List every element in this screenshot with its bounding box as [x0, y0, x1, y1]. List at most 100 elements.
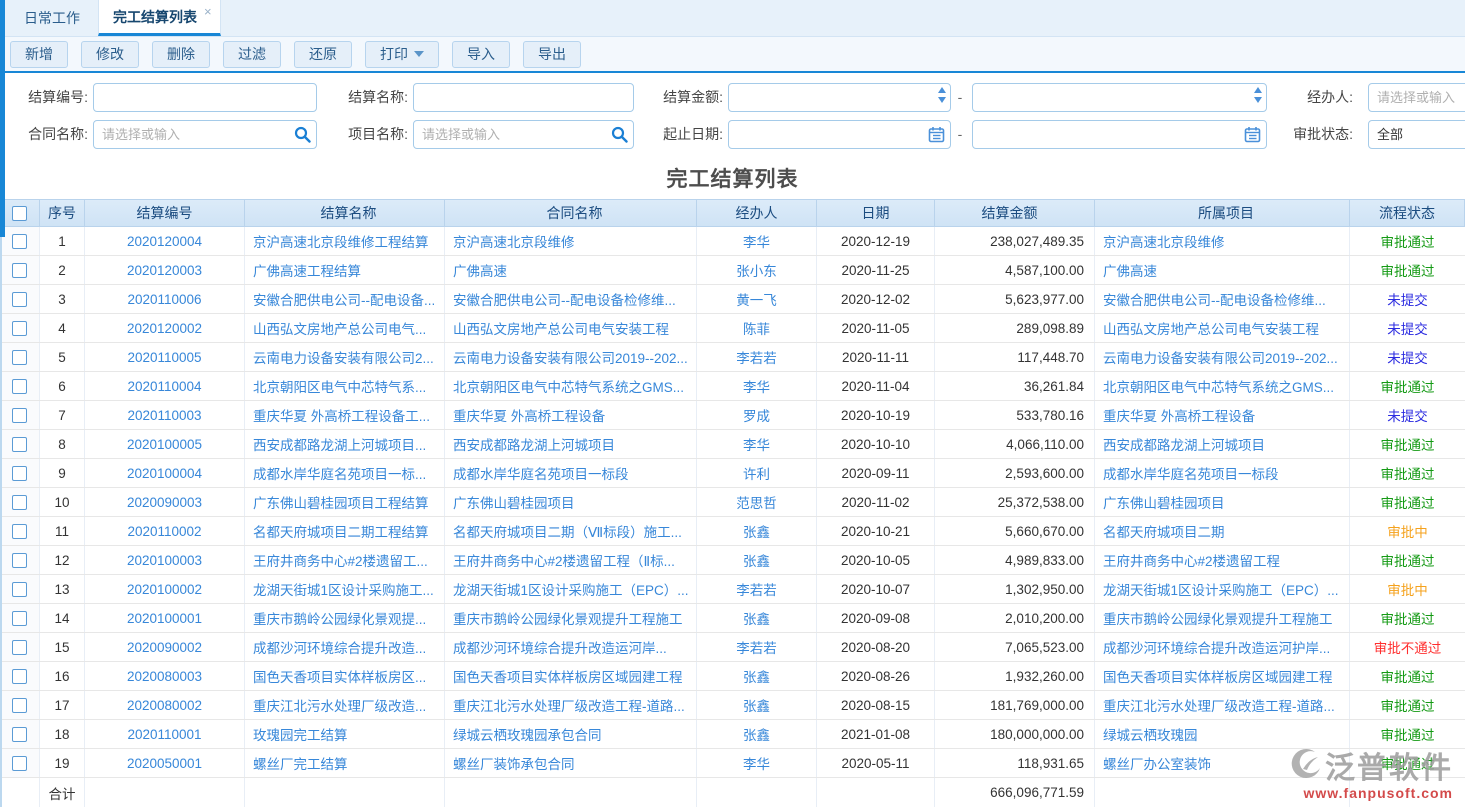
settlement-name-link[interactable]: 王府井商务中心#2楼遗留工... [253, 550, 428, 570]
spinner-down-icon[interactable] [1254, 97, 1262, 103]
delete-button[interactable]: 删除 [152, 41, 210, 68]
settlement-name-link[interactable]: 名都天府城项目二期工程结算 [253, 521, 429, 541]
project-link[interactable]: 绿城云栖玫瑰园 [1103, 724, 1198, 744]
add-button[interactable]: 新增 [10, 41, 68, 68]
settlement-no-input[interactable] [93, 83, 317, 112]
settlement-code-link[interactable]: 2020100001 [127, 611, 202, 626]
settlement-name-link[interactable]: 重庆华夏 外高桥工程设备工... [253, 405, 430, 425]
project-link[interactable]: 螺丝厂办公室装饰 [1103, 753, 1211, 773]
handler-link[interactable]: 黄一飞 [736, 289, 777, 309]
settlement-name-link[interactable]: 西安成都路龙湖上河城项目... [253, 434, 426, 454]
settlement-name-link[interactable]: 国色天香项目实体样板房区... [253, 666, 426, 686]
row-checkbox[interactable] [12, 756, 27, 771]
settlement-code-link[interactable]: 2020100003 [127, 553, 202, 568]
export-button[interactable]: 导出 [523, 41, 581, 68]
spinner-up-icon[interactable] [938, 87, 946, 93]
handler-link[interactable]: 范思哲 [736, 492, 777, 512]
settlement-name-link[interactable]: 广东佛山碧桂园项目工程结算 [253, 492, 429, 512]
settlement-code-link[interactable]: 2020100005 [127, 437, 202, 452]
settlement-code-link[interactable]: 2020080002 [127, 698, 202, 713]
project-name-input[interactable] [413, 120, 634, 149]
close-icon[interactable]: × [204, 4, 212, 19]
settlement-code-link[interactable]: 2020050001 [127, 756, 202, 771]
settlement-name-link[interactable]: 山西弘文房地产总公司电气... [253, 318, 426, 338]
handler-link[interactable]: 李华 [743, 753, 770, 773]
amount-to-input[interactable] [972, 83, 1267, 112]
contract-name-link[interactable]: 广东佛山碧桂园项目 [453, 492, 575, 512]
project-link[interactable]: 安徽合肥供电公司--配电设备检修维... [1103, 289, 1326, 309]
settlement-code-link[interactable]: 2020110003 [127, 408, 201, 423]
project-link[interactable]: 京沪高速北京段维修 [1103, 231, 1225, 251]
handler-link[interactable]: 李华 [743, 231, 770, 251]
handler-link[interactable]: 张鑫 [743, 666, 770, 686]
contract-name-link[interactable]: 王府井商务中心#2楼遗留工程（Ⅱ标... [453, 550, 675, 570]
handler-link[interactable]: 罗成 [743, 405, 770, 425]
row-checkbox[interactable] [12, 727, 27, 742]
handler-link[interactable]: 李若若 [736, 579, 777, 599]
handler-link[interactable]: 陈菲 [743, 318, 770, 338]
settlement-code-link[interactable]: 2020110001 [127, 727, 201, 742]
spinner-up-icon[interactable] [1254, 87, 1262, 93]
settlement-name-link[interactable]: 京沪高速北京段维修工程结算 [253, 231, 429, 251]
settlement-code-link[interactable]: 2020110004 [127, 379, 201, 394]
row-checkbox[interactable] [12, 437, 27, 452]
settlement-code-link[interactable]: 2020120003 [127, 263, 202, 278]
row-checkbox[interactable] [12, 379, 27, 394]
handler-link[interactable]: 张鑫 [743, 550, 770, 570]
settlement-name-link[interactable]: 成都水岸华庭名苑项目一标... [253, 463, 426, 483]
contract-name-link[interactable]: 北京朝阳区电气中芯特气系统之GMS... [453, 376, 684, 396]
settlement-name-link[interactable]: 玫瑰园完工结算 [253, 724, 348, 744]
contract-name-link[interactable]: 龙湖天街城1区设计采购施工（EPC）... [453, 579, 689, 599]
settlement-name-link[interactable]: 安徽合肥供电公司--配电设备... [253, 289, 435, 309]
settlement-code-link[interactable]: 2020090003 [127, 495, 202, 510]
amount-from-input[interactable] [728, 83, 951, 112]
contract-name-link[interactable]: 重庆华夏 外高桥工程设备 [453, 405, 605, 425]
handler-link[interactable]: 张小东 [736, 260, 777, 280]
search-icon[interactable] [294, 126, 311, 143]
print-button[interactable]: 打印 [365, 41, 439, 68]
project-link[interactable]: 成都水岸华庭名苑项目一标段 [1103, 463, 1279, 483]
project-link[interactable]: 国色天香项目实体样板房区域园建工程 [1103, 666, 1333, 686]
number-spinner[interactable] [938, 87, 946, 103]
handler-link[interactable]: 张鑫 [743, 724, 770, 744]
row-checkbox[interactable] [12, 582, 27, 597]
settlement-code-link[interactable]: 2020120002 [127, 321, 202, 336]
modify-button[interactable]: 修改 [81, 41, 139, 68]
number-spinner[interactable] [1254, 87, 1262, 103]
settlement-name-link[interactable]: 重庆江北污水处理厂级改造... [253, 695, 426, 715]
date-to-input[interactable] [972, 120, 1267, 149]
contract-name-link[interactable]: 广佛高速 [453, 260, 507, 280]
date-from-input[interactable] [728, 120, 951, 149]
row-checkbox[interactable] [12, 234, 27, 249]
settlement-name-link[interactable]: 螺丝厂完工结算 [253, 753, 348, 773]
project-link[interactable]: 北京朝阳区电气中芯特气系统之GMS... [1103, 376, 1334, 396]
contract-name-link[interactable]: 重庆江北污水处理厂级改造工程-道路... [453, 695, 685, 715]
restore-button[interactable]: 还原 [294, 41, 352, 68]
contract-name-link[interactable]: 重庆市鹅岭公园绿化景观提升工程施工 [453, 608, 683, 628]
contract-name-link[interactable]: 螺丝厂装饰承包合同 [453, 753, 575, 773]
filter-button[interactable]: 过滤 [223, 41, 281, 68]
import-button[interactable]: 导入 [452, 41, 510, 68]
project-link[interactable]: 重庆江北污水处理厂级改造工程-道路... [1103, 695, 1335, 715]
project-link[interactable]: 名都天府城项目二期 [1103, 521, 1225, 541]
row-checkbox[interactable] [12, 292, 27, 307]
tab-settlement-list[interactable]: 完工结算列表 × [98, 0, 221, 36]
handler-link[interactable]: 张鑫 [743, 695, 770, 715]
row-checkbox[interactable] [12, 408, 27, 423]
project-link[interactable]: 王府井商务中心#2楼遗留工程 [1103, 550, 1280, 570]
settlement-code-link[interactable]: 2020110002 [127, 524, 201, 539]
row-checkbox[interactable] [12, 495, 27, 510]
contract-name-input[interactable] [93, 120, 317, 149]
row-checkbox[interactable] [12, 524, 27, 539]
settlement-name-link[interactable]: 成都沙河环境综合提升改造... [253, 637, 426, 657]
contract-name-link[interactable]: 山西弘文房地产总公司电气安装工程 [453, 318, 669, 338]
handler-link[interactable]: 李华 [743, 434, 770, 454]
settlement-code-link[interactable]: 2020100002 [127, 582, 202, 597]
row-checkbox[interactable] [12, 669, 27, 684]
contract-name-link[interactable]: 西安成都路龙湖上河城项目 [453, 434, 615, 454]
select-all-checkbox[interactable] [12, 206, 27, 221]
project-link[interactable]: 西安成都路龙湖上河城项目 [1103, 434, 1265, 454]
contract-name-link[interactable]: 成都沙河环境综合提升改造运河岸... [453, 637, 667, 657]
handler-link[interactable]: 李若若 [736, 347, 777, 367]
settlement-code-link[interactable]: 2020110005 [127, 350, 201, 365]
